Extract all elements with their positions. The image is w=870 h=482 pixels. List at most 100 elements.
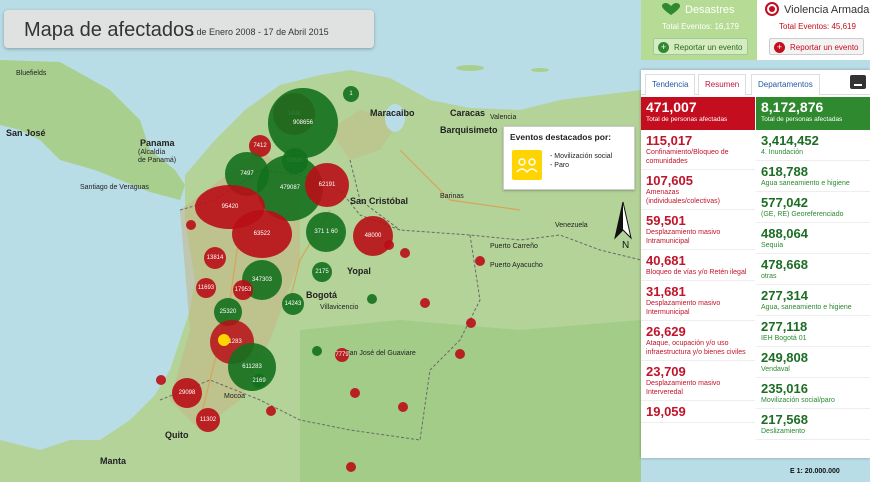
list-item[interactable]: 277,314 Agua, saneamiento e higiene bbox=[756, 285, 870, 316]
place-villavicencio: Villavicencio bbox=[320, 304, 359, 311]
report-disaster-label: Reportar un evento bbox=[674, 43, 743, 52]
list-item[interactable]: 115,017 Confinamiento/Bloqueo de comunida… bbox=[641, 130, 755, 170]
item-label: Desplazamiento masivo Intramunicipal bbox=[646, 229, 721, 245]
disaster-total-header: 8,172,876 Total de personas afectadas bbox=[756, 97, 870, 130]
disasters-label: Desastres bbox=[685, 4, 735, 16]
map-scale: E 1: 20.000.000 bbox=[790, 468, 840, 475]
item-label: Sequía bbox=[761, 242, 784, 249]
map-bubble-disaster[interactable]: 908656 bbox=[268, 88, 338, 158]
map-bubble-disaster[interactable]: 2169 bbox=[252, 374, 266, 388]
item-label: Ataque, ocupación y/o uso infraestructur… bbox=[646, 340, 746, 356]
item-value: 19,059 bbox=[646, 404, 686, 419]
item-label: otras bbox=[761, 273, 777, 280]
armed-violence-panel: Violencia Armada Total Eventos: 45,619 +… bbox=[757, 0, 870, 60]
map-bubble-violence[interactable]: 7779 bbox=[335, 348, 349, 362]
map-bubble-violence[interactable]: 13814 bbox=[204, 247, 226, 269]
tab-tendencia[interactable]: Tendencia bbox=[645, 74, 696, 95]
item-label: Agua saneamiento e higiene bbox=[761, 180, 850, 187]
map-bubble-violence[interactable]: 11302 bbox=[196, 408, 220, 432]
map-dot[interactable] bbox=[367, 294, 377, 304]
place-venezuela: Venezuela bbox=[555, 222, 588, 229]
legend-title: Eventos destacados por: bbox=[510, 132, 612, 142]
violence-total-label: Total de personas afectadas bbox=[646, 116, 728, 123]
item-value: 26,629 bbox=[646, 324, 686, 339]
map-dot[interactable] bbox=[466, 318, 476, 328]
item-value: 277,118 bbox=[761, 319, 808, 334]
list-item[interactable]: 23,709 Desplazamiento masivo Interveredal bbox=[641, 361, 755, 401]
map-dot[interactable] bbox=[156, 375, 166, 385]
list-item[interactable]: 277,118 IEH Bogotá 01 bbox=[756, 316, 870, 347]
item-label: Amenazas (individuales/colectivas) bbox=[646, 189, 720, 205]
map-dot[interactable] bbox=[455, 349, 465, 359]
minimize-icon[interactable] bbox=[850, 75, 866, 89]
map-bubble-violence[interactable]: 62191 bbox=[305, 163, 349, 207]
item-value: 115,017 bbox=[646, 133, 693, 148]
item-value: 277,314 bbox=[761, 288, 808, 303]
report-violence-button[interactable]: + Reportar un evento bbox=[769, 38, 864, 55]
map-dot[interactable] bbox=[384, 240, 394, 250]
list-item[interactable]: 488,064 Sequía bbox=[756, 223, 870, 254]
legend-item-movilizacion: - Movilización social bbox=[550, 153, 613, 160]
map-bubble-disaster[interactable]: 1 bbox=[343, 86, 359, 102]
page-title: Mapa de afectados bbox=[24, 19, 195, 41]
list-item[interactable]: 577,042 (GE, RE) Georeferenciado bbox=[756, 192, 870, 223]
list-item[interactable]: 26,629 Ataque, ocupación y/o uso infraest… bbox=[641, 321, 755, 361]
item-label: IEH Bogotá 01 bbox=[761, 335, 807, 342]
tab-resumen[interactable]: Resumen bbox=[698, 74, 747, 95]
people-group-icon bbox=[516, 158, 538, 174]
map-dot[interactable] bbox=[186, 220, 196, 230]
place-barinas: Barinas bbox=[440, 193, 464, 200]
list-item[interactable]: 31,681 Desplazamiento masivo Intermunicip… bbox=[641, 281, 755, 321]
place-maracaibo: Maracaibo bbox=[370, 108, 415, 118]
map-dot[interactable] bbox=[266, 406, 276, 416]
map-dot[interactable] bbox=[346, 462, 356, 472]
list-item[interactable]: 618,788 Agua saneamiento e higiene bbox=[756, 161, 870, 192]
item-value: 3,414,452 bbox=[761, 133, 819, 148]
list-item[interactable]: 3,414,452 4. Inundación bbox=[756, 130, 870, 161]
list-item[interactable]: 217,568 Deslizamiento bbox=[756, 409, 870, 440]
map-dot[interactable] bbox=[398, 402, 408, 412]
map-dot[interactable] bbox=[420, 298, 430, 308]
report-violence-label: Reportar un evento bbox=[790, 43, 859, 52]
list-item[interactable]: 249,808 Vendaval bbox=[756, 347, 870, 378]
item-label: (GE, RE) Georeferenciado bbox=[761, 211, 844, 218]
map-bubble-disaster[interactable]: 371 1 60 bbox=[306, 212, 346, 252]
tab-departamentos[interactable]: Departamentos bbox=[751, 74, 820, 95]
movilizacion-icon bbox=[512, 150, 542, 180]
map-bubble-violence[interactable]: 63522 bbox=[232, 210, 292, 258]
map-bubble-violence[interactable]: 11693 bbox=[196, 278, 216, 298]
tab-bar: Tendencia Resumen Departamentos bbox=[641, 70, 870, 95]
map-dot[interactable] bbox=[475, 256, 485, 266]
list-item[interactable]: 59,501 Desplazamiento masivo Intramunicip… bbox=[641, 210, 755, 250]
map-dot[interactable] bbox=[400, 248, 410, 258]
map-bubble-violence[interactable]: 29098 bbox=[172, 378, 202, 408]
list-item[interactable]: 235,016 Movilización social/paro bbox=[756, 378, 870, 409]
movilizacion-marker-icon[interactable] bbox=[218, 334, 230, 346]
list-item[interactable]: 478,668 otras bbox=[756, 254, 870, 285]
report-disaster-button[interactable]: + Reportar un evento bbox=[653, 38, 748, 55]
violence-total: Total Eventos: 45,619 bbox=[779, 22, 856, 31]
place-san-jose-guaviare: San José del Guaviare bbox=[345, 350, 416, 357]
place-manta: Manta bbox=[100, 456, 127, 466]
item-value: 235,016 bbox=[761, 381, 808, 396]
item-label: Desplazamiento masivo Interveredal bbox=[646, 380, 721, 396]
list-item[interactable]: 107,605 Amenazas (individuales/colectivas… bbox=[641, 170, 755, 210]
item-value: 249,808 bbox=[761, 350, 808, 365]
map-bubble-violence[interactable]: 48000 bbox=[353, 216, 393, 256]
item-value: 488,064 bbox=[761, 226, 808, 241]
map-bubble-disaster[interactable]: 2175 bbox=[312, 262, 332, 282]
disaster-summary-column: 8,172,876 Total de personas afectadas 3,… bbox=[756, 97, 870, 458]
item-label: Agua, saneamiento e higiene bbox=[761, 304, 852, 311]
map-dot[interactable] bbox=[312, 346, 322, 356]
north-arrow-icon bbox=[614, 201, 632, 240]
disasters-panel: Desastres Total Eventos: 16,179 + Report… bbox=[641, 0, 757, 60]
list-item[interactable]: 40,681 Bloqueo de vías y/o Retén ilegal bbox=[641, 250, 755, 281]
violence-label: Violencia Armada bbox=[784, 4, 870, 16]
item-label: Confinamiento/Bloqueo de comunidades bbox=[646, 149, 729, 165]
map-dot[interactable] bbox=[350, 388, 360, 398]
item-value: 107,605 bbox=[646, 173, 693, 188]
list-item[interactable]: 19,059 bbox=[641, 401, 755, 423]
map-bubble-violence[interactable]: 17953 bbox=[233, 280, 253, 300]
item-label: Deslizamiento bbox=[761, 428, 805, 435]
map-bubble-disaster[interactable]: 14243 bbox=[282, 293, 304, 315]
